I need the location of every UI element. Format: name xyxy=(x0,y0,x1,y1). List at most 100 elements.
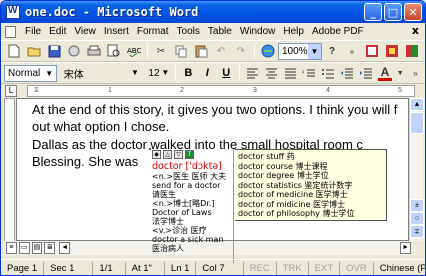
definition-line: 法学博士 xyxy=(152,217,184,226)
document-line: out what option I chose. xyxy=(32,119,170,134)
ruler-mark: 2 xyxy=(180,87,184,94)
menu-file[interactable]: File xyxy=(21,26,45,37)
vertical-ruler[interactable] xyxy=(4,98,15,242)
font-color-dropdown-icon[interactable]: ▼ xyxy=(396,65,404,81)
translate-icon[interactable]: T xyxy=(185,150,194,159)
menu-help[interactable]: Help xyxy=(279,26,308,37)
permission-icon[interactable] xyxy=(66,43,82,59)
status-rec[interactable]: REC xyxy=(244,261,277,275)
zoom-select[interactable]: 100% ▼ xyxy=(278,42,322,60)
status-position: At 1" xyxy=(126,261,165,275)
toolbar-options-icon[interactable]: » xyxy=(408,65,423,81)
definition-line: 医治病人 xyxy=(152,244,184,253)
scroll-left-icon[interactable]: ◄ xyxy=(59,242,71,254)
spelling-icon[interactable]: ABC xyxy=(126,43,142,59)
indent-marker[interactable]: ⧖ xyxy=(34,87,39,95)
print-preview-icon[interactable] xyxy=(106,43,122,59)
save-icon[interactable] xyxy=(46,43,62,59)
toolbar-options-icon[interactable]: » xyxy=(344,43,360,59)
help-icon[interactable]: ? xyxy=(324,43,340,59)
ruler-mark: 3 xyxy=(253,87,257,94)
tab-selector[interactable]: L xyxy=(5,85,17,97)
menu-table[interactable]: Table xyxy=(204,26,236,37)
close-button[interactable]: ✕ xyxy=(404,3,422,21)
redo-icon[interactable]: ↷ xyxy=(233,43,249,59)
print-icon[interactable] xyxy=(86,43,102,59)
translate-tool-icon[interactable] xyxy=(384,43,400,59)
horizontal-ruler[interactable]: ⧖ 1 2 3 4 5 xyxy=(27,85,415,97)
phrase-item[interactable]: doctor statistics 鉴定统计数字 xyxy=(238,181,383,191)
chevron-down-icon: ▼ xyxy=(308,43,321,59)
popup-definition-panel: ◆ △ ▽ T doctor ['dɔktə] <n.>医生 医师 大夫 sen… xyxy=(150,149,234,263)
paste-icon[interactable] xyxy=(193,43,209,59)
numbering-icon[interactable]: 1 xyxy=(302,65,317,81)
dictionary-tool-icon[interactable] xyxy=(364,43,380,59)
menu-view[interactable]: View xyxy=(70,26,100,37)
status-bar: Page 1 Sec 1 1/1 At 1" Ln 1 Col 7 REC TR… xyxy=(1,259,426,275)
cut-icon[interactable]: ✂ xyxy=(153,43,169,59)
status-ovr[interactable]: OVR xyxy=(340,261,374,275)
ruler-mark: 1 xyxy=(108,87,112,94)
browse-object-icon[interactable]: ○ xyxy=(410,212,424,225)
align-left-icon[interactable] xyxy=(245,65,260,81)
italic-button[interactable]: I xyxy=(200,67,215,79)
outline-view-icon[interactable]: ≣ xyxy=(44,242,56,254)
pin-icon[interactable]: △ xyxy=(163,150,172,159)
scroll-thumb[interactable] xyxy=(410,112,424,134)
ruler-row: L ⧖ 1 2 3 4 5 xyxy=(1,84,425,98)
phrase-item[interactable]: doctor of philosophy 博士学位 xyxy=(238,209,383,219)
bold-button[interactable]: B xyxy=(181,67,196,79)
toolbar-separator xyxy=(238,65,240,81)
scroll-up-icon[interactable]: ▲ xyxy=(410,98,424,111)
undo-icon[interactable]: ↶ xyxy=(213,43,229,59)
phrase-item[interactable]: doctor of medicine 医学博士 xyxy=(238,190,383,200)
expand-icon[interactable]: ▽ xyxy=(174,150,183,159)
phrase-item[interactable]: doctor of midicine 医学博士 xyxy=(238,200,383,210)
word-app-icon[interactable] xyxy=(6,5,20,19)
ruler-mark: 4 xyxy=(326,87,330,94)
hyperlink-icon[interactable] xyxy=(260,43,276,59)
minimize-button[interactable]: _ xyxy=(364,3,382,21)
addin-tool-icon[interactable] xyxy=(404,43,420,59)
open-folder-icon[interactable] xyxy=(26,43,42,59)
previous-page-icon[interactable]: ± xyxy=(410,199,424,212)
menu-format[interactable]: Format xyxy=(133,26,173,37)
word-window: one.doc - Microsoft Word _ □ ✕ File Edit… xyxy=(0,0,426,276)
scroll-right-icon[interactable]: ► xyxy=(400,242,411,254)
align-center-icon[interactable] xyxy=(264,65,279,81)
web-layout-icon[interactable]: ▭ xyxy=(18,242,30,254)
menu-window[interactable]: Window xyxy=(236,26,280,37)
menu-edit[interactable]: Edit xyxy=(45,26,70,37)
popup-headword: doctor ['dɔktə] xyxy=(152,161,222,172)
new-document-icon[interactable] xyxy=(6,43,22,59)
font-select[interactable]: 宋体 ▼ xyxy=(61,65,142,82)
style-select[interactable]: Normal ▼ xyxy=(4,64,57,82)
decrease-indent-icon[interactable] xyxy=(340,65,355,81)
definition-line: 请医生 xyxy=(152,190,176,199)
document-close-button[interactable]: x xyxy=(412,24,419,37)
speaker-icon[interactable]: ◆ xyxy=(152,150,161,159)
document-icon[interactable] xyxy=(5,25,16,38)
next-page-icon[interactable]: ∓ xyxy=(410,225,424,238)
phrase-item[interactable]: doctor degree 博士学位 xyxy=(238,171,383,181)
font-color-icon[interactable]: A xyxy=(377,65,393,81)
menu-insert[interactable]: Insert xyxy=(100,26,133,37)
print-layout-icon[interactable]: ▤ xyxy=(31,242,43,254)
underline-button[interactable]: U xyxy=(219,67,234,79)
maximize-button[interactable]: □ xyxy=(384,3,402,21)
normal-view-icon[interactable]: ≡ xyxy=(6,242,17,254)
phrase-item[interactable]: doctor stuff 药 xyxy=(238,152,383,162)
align-justify-icon[interactable] xyxy=(283,65,298,81)
status-ext[interactable]: EXT xyxy=(309,261,341,275)
phrase-item[interactable]: doctor course 博士课程 xyxy=(238,162,383,172)
copy-icon[interactable] xyxy=(173,43,189,59)
menu-adobe-pdf[interactable]: Adobe PDF xyxy=(308,26,368,37)
increase-indent-icon[interactable] xyxy=(359,65,374,81)
status-language: Chinese (P xyxy=(379,262,426,274)
bullets-icon[interactable] xyxy=(321,65,336,81)
status-trk[interactable]: TRK xyxy=(277,261,309,275)
font-size-select[interactable]: 12 ▼ xyxy=(145,65,171,82)
vertical-scrollbar[interactable]: ▲ ± ○ ∓ xyxy=(409,98,424,241)
zoom-value: 100% xyxy=(282,45,308,57)
menu-tools[interactable]: Tools xyxy=(173,26,204,37)
